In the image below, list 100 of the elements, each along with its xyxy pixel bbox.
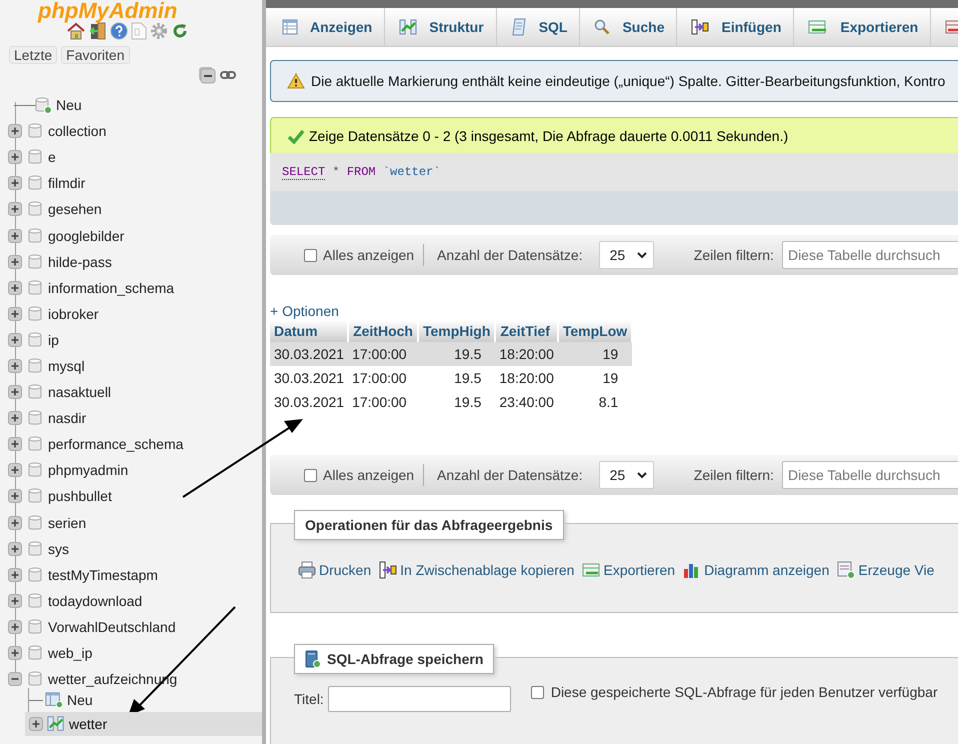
tree-item[interactable]: information_schema: [8, 274, 262, 301]
tab[interactable]: Suche: [580, 8, 678, 46]
sidebar-tab-button[interactable]: Letzte: [9, 46, 58, 64]
row-count-select[interactable]: 25: [598, 461, 654, 489]
tree-item[interactable]: ip: [8, 326, 262, 353]
reload-icon[interactable]: [170, 22, 188, 40]
row-count-select[interactable]: 25: [598, 241, 654, 269]
table-cell: 19: [558, 366, 632, 390]
expand-icon[interactable]: [8, 150, 22, 164]
tree-item[interactable]: nasaktuell: [8, 379, 262, 406]
table-cell-text: 23:40:00: [498, 393, 555, 412]
column-header[interactable]: ZeitHoch: [348, 320, 418, 342]
filter-input[interactable]: Diese Tabelle durchsuch: [782, 241, 958, 269]
settings-icon[interactable]: [150, 22, 168, 40]
link-icon[interactable]: [220, 70, 236, 80]
tree-item[interactable]: filmdir: [8, 170, 262, 196]
expand-icon[interactable]: [8, 228, 22, 243]
expand-icon[interactable]: [8, 463, 22, 478]
expand-icon[interactable]: [8, 385, 22, 400]
share-checkbox[interactable]: Diese gespeicherte SQL-Abfrage für jeden Benutzer verfügbar: [530, 684, 938, 700]
expand-icon[interactable]: [8, 332, 22, 347]
database-icon: [28, 462, 42, 478]
database-icon: [28, 618, 42, 635]
tree-item[interactable]: performance_schema: [8, 431, 262, 458]
tree-item[interactable]: hilde-pass: [8, 248, 262, 275]
expand-icon[interactable]: [8, 594, 22, 608]
expand-icon[interactable]: [8, 254, 22, 269]
export-icon: [808, 19, 828, 35]
table-structure-icon: [47, 715, 65, 734]
tab[interactable]: Anzeigen: [268, 8, 386, 46]
tab[interactable]: Exportieren: [794, 8, 932, 46]
database-icon: [28, 645, 42, 662]
tree-item[interactable]: pushbullet: [8, 483, 262, 510]
operation-link[interactable]: Drucken: [298, 561, 372, 579]
search-icon: [594, 19, 610, 35]
section-title: Operationen für das Abfrageergebnis: [305, 517, 553, 533]
tree-item[interactable]: Neu: [29, 688, 262, 712]
expand-icon[interactable]: [8, 306, 22, 321]
tree-item[interactable]: web_ip: [8, 640, 262, 666]
title-input[interactable]: [328, 686, 511, 712]
column-header[interactable]: TempLow: [558, 320, 632, 342]
tree-item[interactable]: VorwahlDeutschland: [8, 614, 262, 640]
filter-label: Zeilen filtern:: [694, 467, 774, 483]
column-header[interactable]: ZeitTief: [495, 320, 558, 342]
expand-icon[interactable]: [8, 124, 22, 138]
expand-icon[interactable]: [8, 280, 22, 295]
tree-item[interactable]: gesehen: [8, 196, 262, 222]
database-icon: [28, 384, 42, 400]
expand-icon[interactable]: [8, 646, 22, 660]
tree-item[interactable]: testMyTimestapm: [8, 562, 262, 588]
show-all-checkbox[interactable]: Alles anzeigen: [304, 467, 414, 483]
expand-icon[interactable]: [8, 489, 22, 504]
sidebar-tab-button[interactable]: Favoriten: [61, 46, 130, 64]
operation-link[interactable]: Exportieren: [582, 562, 676, 578]
expand-icon[interactable]: [8, 568, 22, 582]
home-icon[interactable]: [66, 22, 86, 40]
expand-icon[interactable]: [8, 516, 22, 530]
column-header[interactable]: TempHigh: [418, 320, 496, 342]
import-icon[interactable]: [945, 19, 958, 35]
database-icon: [28, 488, 42, 504]
operation-link[interactable]: Erzeuge Vie: [837, 561, 934, 579]
tree-item[interactable]: todaydownload: [8, 588, 262, 614]
show-all-checkbox[interactable]: Alles anzeigen: [304, 247, 414, 263]
create-view-icon: [837, 561, 856, 579]
expand-icon[interactable]: [8, 542, 22, 556]
tab[interactable]: SQL: [496, 8, 580, 46]
expand-icon[interactable]: [8, 437, 22, 452]
tree-item[interactable]: collection: [8, 118, 262, 144]
expand-icon[interactable]: [8, 358, 22, 373]
database-icon: [28, 175, 42, 192]
database-icon: [28, 671, 42, 688]
tab[interactable]: Struktur: [385, 8, 497, 46]
options-link[interactable]: + Optionen: [270, 303, 339, 319]
tab[interactable]: Einfügen: [677, 8, 794, 46]
tree-item[interactable]: Neu: [8, 92, 262, 118]
expand-icon[interactable]: [29, 717, 43, 732]
expand-icon[interactable]: [8, 202, 22, 216]
new-table-icon: [45, 691, 63, 710]
tree-item[interactable]: phpmyadmin: [8, 457, 262, 484]
collapse-all-icon[interactable]: [198, 66, 216, 84]
help-icon[interactable]: [110, 22, 128, 40]
tree-item[interactable]: iobroker: [8, 300, 262, 327]
tree-item[interactable]: e: [8, 144, 262, 170]
collapse-icon[interactable]: [8, 672, 22, 686]
tree-item[interactable]: wetter: [25, 712, 262, 736]
database-icon: [28, 201, 42, 218]
tree-item[interactable]: googlebilder: [8, 222, 262, 249]
tree-item[interactable]: nasdir: [8, 405, 262, 432]
tree-item[interactable]: serien: [8, 510, 262, 536]
expand-icon[interactable]: [8, 411, 22, 426]
operation-link[interactable]: Diagramm anzeigen: [683, 561, 830, 579]
operation-link[interactable]: In Zwischenablage kopieren: [379, 561, 574, 579]
table-cell: 17:00:00: [348, 366, 418, 390]
expand-icon[interactable]: [8, 176, 22, 190]
column-header[interactable]: Datum: [270, 320, 348, 342]
filter-input[interactable]: Diese Tabelle durchsuch: [782, 461, 958, 489]
exit-door-icon[interactable]: [88, 22, 106, 40]
tree-item[interactable]: sys: [8, 536, 262, 562]
tree-item[interactable]: mysql: [8, 352, 262, 380]
expand-icon[interactable]: [8, 620, 22, 634]
